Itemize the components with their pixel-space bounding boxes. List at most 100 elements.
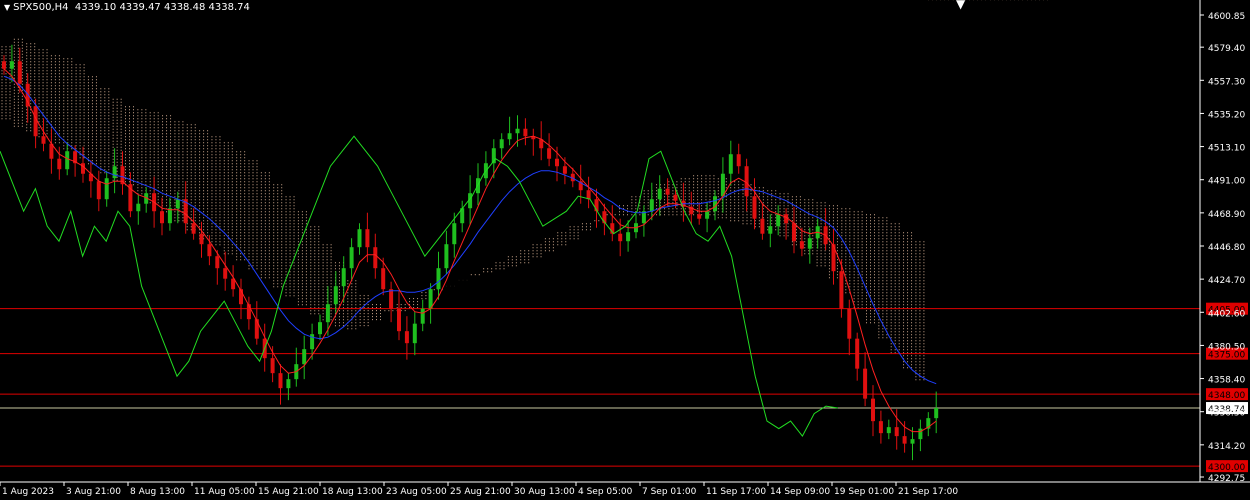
x-tick-label: 1 Aug 2023	[2, 487, 54, 497]
candle-body	[871, 398, 875, 422]
y-tick-label: 4600.85	[1208, 12, 1245, 22]
y-tick-label: 4446.80	[1208, 243, 1245, 253]
candle-body	[507, 133, 512, 140]
y-tick-label: 4468.90	[1208, 210, 1245, 220]
candle-body	[713, 196, 717, 212]
candle-body	[776, 214, 781, 227]
candle-body	[81, 163, 85, 174]
candle-body	[223, 268, 228, 279]
candle-body	[420, 308, 425, 324]
candle-body	[175, 199, 180, 209]
candle-body	[104, 178, 109, 200]
candle-body	[902, 436, 907, 444]
x-tick-label: 11 Aug 05:00	[194, 487, 255, 497]
x-tick-label: 23 Aug 05:00	[386, 487, 447, 497]
candle-body	[349, 247, 354, 269]
candle-body	[389, 289, 394, 309]
horizontal-levels[interactable]: 4405.004375.004348.004300.004338.74	[0, 302, 1248, 473]
x-tick-label: 15 Aug 21:00	[258, 487, 319, 497]
candle-body	[207, 244, 212, 257]
candle-body	[254, 319, 259, 339]
x-tick-label: 4 Sep 05:00	[578, 487, 633, 497]
candle-body	[736, 154, 741, 167]
candle-body	[404, 331, 409, 344]
candle-body	[499, 139, 504, 149]
candle-body	[325, 304, 330, 323]
x-tick-label: 7 Sep 01:00	[642, 487, 697, 497]
x-tick-label: 19 Sep 01:00	[834, 487, 894, 497]
candles	[2, 44, 939, 461]
candle-body	[863, 368, 868, 399]
x-tick-label: 18 Aug 13:00	[322, 487, 383, 497]
candle-body	[799, 241, 804, 249]
candle-body	[649, 199, 654, 212]
candle-body	[270, 358, 275, 374]
candle-body	[215, 256, 220, 269]
candle-body	[112, 166, 117, 179]
x-tick-label: 30 Aug 13:00	[514, 487, 575, 497]
x-tick-label: 21 Sep 17:00	[898, 487, 958, 497]
candle-body	[752, 196, 757, 219]
candle-body	[760, 218, 765, 234]
candle-body	[357, 229, 362, 248]
candle-body	[586, 190, 591, 200]
candle-body	[523, 128, 528, 137]
y-tick-label: 4336.30	[1208, 409, 1245, 419]
candle-body	[365, 229, 370, 248]
candle-body	[333, 286, 338, 305]
y-tick-label: 4402.60	[1208, 309, 1245, 319]
candle-body	[412, 323, 417, 344]
y-tick-label: 4380.50	[1208, 342, 1245, 352]
candle-body	[673, 194, 678, 201]
x-tick-label: 25 Aug 21:00	[450, 487, 511, 497]
y-tick-label: 4491.00	[1208, 177, 1245, 187]
candle-body	[302, 349, 307, 365]
y-tick-label: 4292.75	[1208, 474, 1245, 484]
candle-body	[17, 61, 22, 84]
candle-body	[697, 214, 702, 219]
candle-body	[397, 308, 401, 332]
candle-body	[515, 128, 520, 134]
candle-body	[452, 223, 457, 245]
candle-body	[894, 427, 899, 437]
price-chart[interactable]: 4405.004375.004348.004300.004338.74 4600…	[0, 0, 1250, 500]
candle-body	[705, 211, 710, 219]
level-label: 4348.00	[1208, 391, 1245, 401]
candle-body	[918, 428, 923, 440]
candle-body	[65, 151, 70, 170]
candle-body	[768, 226, 773, 234]
candle-body	[57, 158, 62, 170]
candle-body	[626, 232, 631, 242]
candle-body	[792, 223, 796, 242]
candle-body	[373, 247, 378, 269]
candle-body	[41, 136, 46, 144]
candle-body	[278, 373, 283, 389]
candle-body	[562, 166, 567, 174]
y-tick-label: 4358.40	[1208, 376, 1245, 386]
chikou-line	[0, 135, 838, 438]
candle-body	[341, 268, 346, 287]
candle-body	[136, 203, 141, 212]
candle-body	[744, 166, 749, 197]
y-tick-label: 4579.40	[1208, 44, 1245, 54]
candle-body	[855, 338, 860, 369]
candle-body	[657, 188, 662, 200]
y-tick-label: 4314.20	[1208, 442, 1245, 452]
candle-body	[444, 244, 449, 269]
candle-body	[286, 379, 291, 389]
candle-body	[807, 238, 812, 249]
candle-body	[2, 61, 6, 69]
candle-body	[9, 61, 14, 69]
candle-body	[436, 268, 441, 290]
x-tick-label: 3 Aug 21:00	[66, 487, 121, 497]
indicator-lines	[0, 68, 937, 438]
candle-body	[910, 439, 915, 444]
x-tick-label: 8 Aug 13:00	[130, 487, 185, 497]
candle-body	[167, 208, 172, 224]
x-tick-label: 14 Sep 09:00	[770, 487, 830, 497]
candle-body	[618, 233, 623, 242]
x-tick-label: 11 Sep 17:00	[706, 487, 766, 497]
candle-body	[886, 427, 891, 434]
y-tick-label: 4424.70	[1208, 276, 1245, 286]
candle-body	[728, 154, 733, 174]
